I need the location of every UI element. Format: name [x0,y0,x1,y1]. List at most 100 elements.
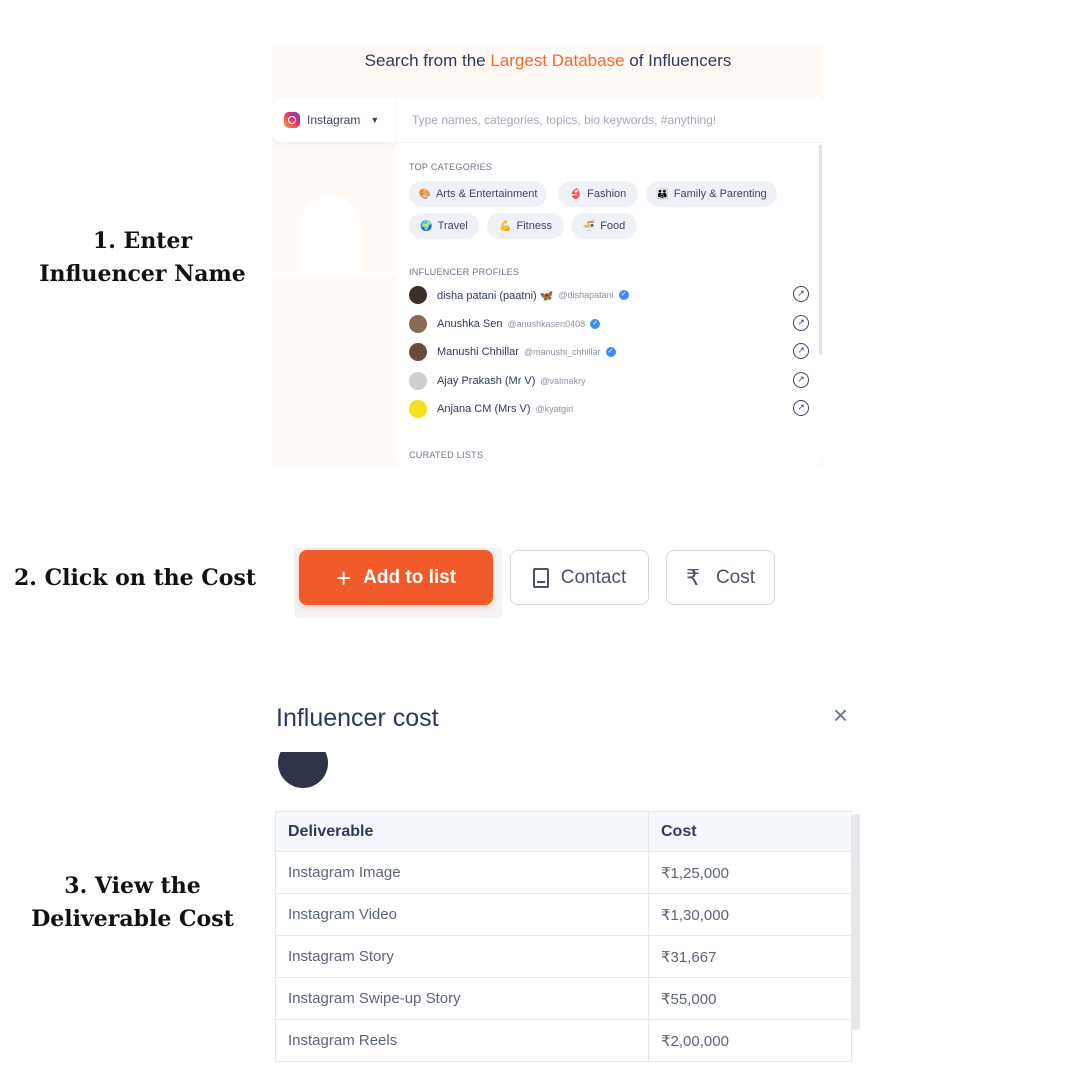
cost-cell: ₹2,00,000 [648,1019,852,1062]
deliverable-cell: Instagram Story [275,935,649,978]
influencer-profiles-title: INFLUENCER PROFILES [409,267,520,277]
profile-name: Anushka Sen [437,318,503,330]
profile-handle: @manushi_chhillar [523,347,601,357]
step-3-line-2: Deliverable Cost [31,906,234,932]
category-label: Food [600,220,626,232]
profile-handle: @dishapatani [558,290,614,300]
open-profile-icon[interactable]: ↗ [793,400,809,416]
deliverable-cell: Instagram Image [275,851,649,894]
family-icon: 👪 [656,188,669,200]
search-input[interactable] [397,98,824,142]
cost-cell: ₹1,25,000 [648,851,852,894]
avatar [409,372,427,390]
open-profile-icon[interactable]: ↗ [793,315,809,331]
category-label: Arts & Entertainment [435,188,538,200]
verified-badge-icon: ✓ [605,347,616,357]
platform-dropdown[interactable]: Instagram ▼ [272,98,396,142]
profile-row-manushi-chhillar[interactable]: Manushi Chhillar @manushi_chhillar ✓ ↗ [409,341,809,363]
heading-prefix: Search from the [364,51,491,70]
avatar [409,400,427,418]
contact-button[interactable]: Contact [510,550,649,605]
modal-scrollbar[interactable] [852,814,860,1030]
profile-name: Manushi Chhillar [437,346,519,358]
category-chip-fitness[interactable]: 💪 Fitness [487,213,564,239]
cost-table: Deliverable Cost Instagram Image ₹1,25,0… [275,811,852,1062]
deliverable-cell: Instagram Swipe-up Story [275,977,649,1020]
cost-label: Cost [715,566,756,588]
modal-title: Influencer cost [276,704,439,732]
step-3-label: 3. View the Deliverable Cost [20,870,245,936]
search-panel: Search from the Largest Database of Infl… [272,46,824,466]
category-chip-family[interactable]: 👪 Family & Parenting [646,181,777,207]
category-label: Family & Parenting [673,188,767,200]
deliverable-column-header: Deliverable [275,811,649,852]
category-chip-food[interactable]: 🍜 Food [571,213,637,239]
rupee-icon: ₹ [685,564,700,590]
instagram-icon [284,112,300,128]
globe-icon: 🌍 [420,220,433,232]
cost-cell: ₹55,000 [648,977,852,1020]
avatar [409,343,427,361]
step-2-label: 2. Click on the Cost [10,562,260,595]
curated-lists-title: CURATED LISTS [409,450,484,460]
profile-name: Ajay Prakash (Mr V) [437,375,536,387]
food-bowl-icon: 🍜 [582,220,596,232]
category-label: Travel [437,220,468,232]
step-1-line-1: 1. Enter [92,228,193,254]
table-row: Instagram Swipe-up Story ₹55,000 [275,977,852,1020]
platform-label: Instagram [307,113,361,127]
open-profile-icon[interactable]: ↗ [793,286,809,302]
palette-icon: 🎨 [418,188,431,200]
profile-row-ajay-prakash[interactable]: Ajay Prakash (Mr V) @valmakry ↗ [409,370,809,392]
step-2-line-1: 2. Click on the Cost [13,565,257,591]
dropdown-scrollbar[interactable] [819,145,822,355]
deliverable-cell: Instagram Reels [275,1019,649,1062]
step-1-label: 1. Enter Influencer Name [30,225,255,291]
avatar [409,286,427,304]
category-chip-arts[interactable]: 🎨 Arts & Entertainment [409,181,547,207]
category-chip-fashion[interactable]: 👙 Fashion [558,181,638,207]
profile-handle: @anushkasen0408 [507,319,586,329]
contact-label: Contact [560,566,627,588]
add-to-list-button[interactable]: + Add to list [299,550,493,605]
category-chip-travel[interactable]: 🌍 Travel [409,213,479,239]
cost-cell: ₹31,667 [648,935,852,978]
top-categories-title: TOP CATEGORIES [409,162,493,172]
search-heading: Search from the Largest Database of Infl… [272,51,824,71]
open-profile-icon[interactable]: ↗ [793,343,809,359]
profile-name: Anjana CM (Mrs V) [437,403,531,415]
flexed-arm-icon: 💪 [499,220,512,232]
table-row: Instagram Image ₹1,25,000 [275,851,852,894]
book-icon [532,567,549,588]
swimsuit-icon: 👙 [569,188,583,200]
search-suggestions-dropdown: TOP CATEGORIES 🎨 Arts & Entertainment 👙 … [397,142,824,466]
profile-row-anjana-cm[interactable]: Anjana CM (Mrs V) @kyatgirl ↗ [409,398,809,420]
table-row: Instagram Reels ₹2,00,000 [275,1019,852,1062]
background-stripe [272,272,397,276]
chevron-down-icon: ▼ [370,115,380,125]
cost-button[interactable]: ₹ Cost [666,550,775,605]
plus-icon: + [335,562,352,593]
background-arch [300,196,360,276]
verified-badge-icon: ✓ [618,290,629,300]
heading-accent: Largest Database [490,51,625,70]
heading-suffix: of Influencers [624,51,732,70]
cost-cell: ₹1,30,000 [648,893,852,936]
category-label: Fitness [516,220,552,232]
profile-row-anushka-sen[interactable]: Anushka Sen @anushkasen0408 ✓ ↗ [409,313,809,335]
table-header-row: Deliverable Cost [275,811,852,852]
verified-badge-icon: ✓ [590,319,601,329]
open-profile-icon[interactable]: ↗ [793,372,809,388]
cost-column-header: Cost [648,811,852,852]
step-1-line-2: Influencer Name [39,261,246,287]
profile-handle: @valmakry [540,376,586,386]
profile-row-disha-patani[interactable]: disha patani (paatni) 🦋 @dishapatani ✓ ↗ [409,284,809,306]
deliverable-cell: Instagram Video [275,893,649,936]
close-icon[interactable]: × [833,701,848,729]
avatar [409,315,427,333]
avatar [278,752,328,788]
category-label: Fashion [587,188,627,200]
add-to-list-label: Add to list [363,566,457,588]
profile-handle: @kyatgirl [535,404,574,414]
step-3-line-1: 3. View the [64,873,201,899]
